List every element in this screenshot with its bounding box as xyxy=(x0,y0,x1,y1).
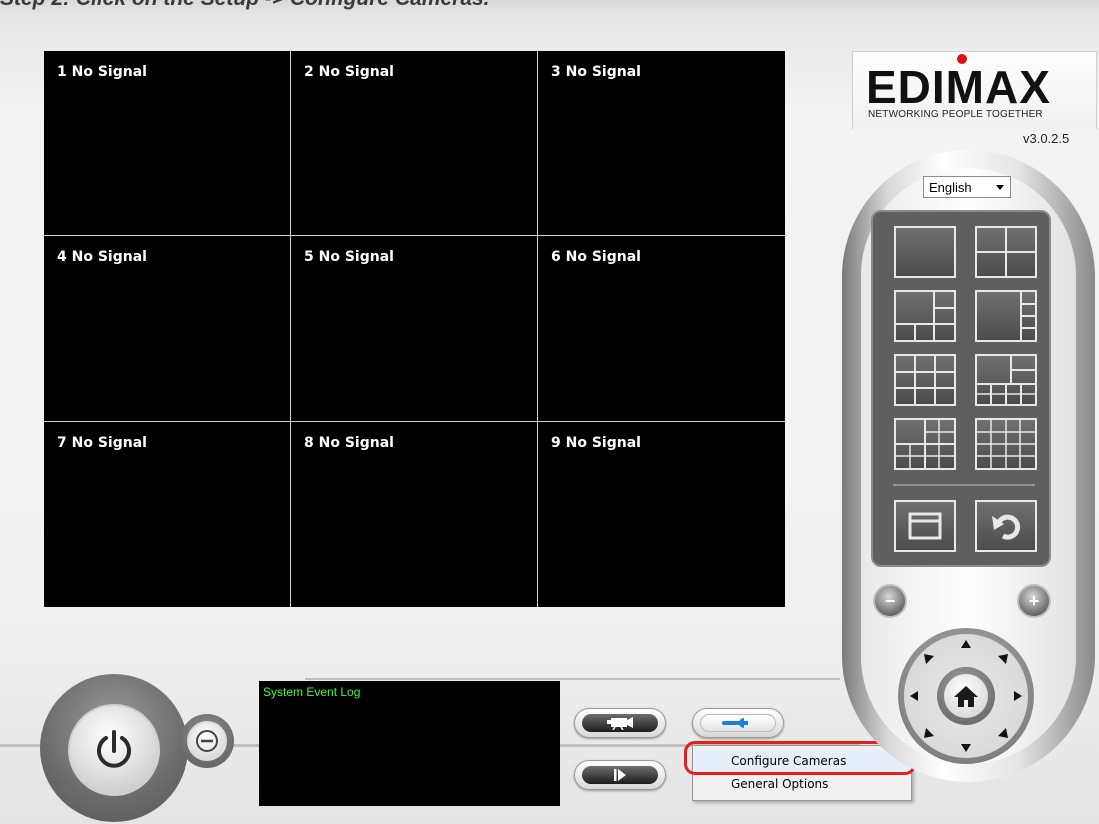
camera-view-9[interactable]: 9 No Signal xyxy=(538,422,785,607)
layout-1x1-button[interactable] xyxy=(894,226,956,278)
camera-view-2[interactable]: 2 No Signal xyxy=(291,51,537,235)
playback-button[interactable] xyxy=(574,760,666,790)
power-button[interactable] xyxy=(68,704,160,796)
power-icon xyxy=(97,730,131,768)
rotate-icon xyxy=(992,514,1021,540)
camera-label: 1 No Signal xyxy=(57,64,147,80)
arrow-right-icon[interactable] xyxy=(1014,691,1022,701)
step-instruction: Step 2: Click on the Setup -> Configure … xyxy=(0,0,490,11)
plus-icon: + xyxy=(1028,590,1040,611)
camera-view-7[interactable]: 7 No Signal xyxy=(44,422,290,607)
layout-1plus3-button[interactable] xyxy=(975,290,1037,342)
event-log-title: System Event Log xyxy=(263,685,361,699)
top-rail xyxy=(305,678,840,680)
camera-grid: 1 No Signal 2 No Signal 3 No Signal 4 No… xyxy=(44,51,785,607)
camera-label: 8 No Signal xyxy=(304,435,394,451)
layout-1plus5-button[interactable] xyxy=(894,290,956,342)
layout-sixteen-icon xyxy=(977,420,1035,468)
layout-divider xyxy=(893,484,1035,486)
layout-1plus3-icon xyxy=(1020,292,1035,340)
arrow-up-right-icon[interactable] xyxy=(998,654,1008,664)
layout-1plus12-icon xyxy=(896,420,954,468)
layout-1plus7-button[interactable] xyxy=(975,354,1037,406)
language-value: English xyxy=(929,180,972,195)
layout-1plus7-icon xyxy=(977,356,1035,404)
minus-icon: − xyxy=(884,590,896,611)
layout-1plus12-button[interactable] xyxy=(894,418,956,470)
layout-1plus5-icon xyxy=(896,292,954,340)
camera-view-4[interactable]: 4 No Signal xyxy=(44,236,290,421)
arrow-up-icon[interactable] xyxy=(961,640,971,648)
camera-label: 5 No Signal xyxy=(304,249,394,265)
wrench-icon xyxy=(722,718,748,728)
edimax-logo: EDIMAX xyxy=(866,64,1051,110)
zoom-in-button[interactable]: + xyxy=(1017,584,1051,618)
video-camera-icon xyxy=(607,717,633,730)
version-label: v3.0.2.5 xyxy=(1023,131,1070,146)
arrow-up-left-icon[interactable] xyxy=(924,654,934,664)
logo-tagline: NETWORKING PEOPLE TOGETHER xyxy=(868,109,1043,120)
camera-label: 9 No Signal xyxy=(551,435,641,451)
arrow-down-icon[interactable] xyxy=(961,744,971,752)
arrow-down-left-icon[interactable] xyxy=(924,728,934,738)
edimax-monitor-app: Step 2: Click on the Setup -> Configure … xyxy=(0,0,1099,824)
camera-label: 7 No Signal xyxy=(57,435,147,451)
home-icon xyxy=(954,686,978,707)
camera-label: 6 No Signal xyxy=(551,249,641,265)
menu-item-general-options[interactable]: General Options xyxy=(693,773,909,795)
play-icon xyxy=(614,769,626,781)
chevron-down-icon xyxy=(996,185,1004,190)
logo-dot xyxy=(957,54,967,64)
layout-nine-icon xyxy=(896,356,954,404)
layout-2x2-button[interactable] xyxy=(975,226,1037,278)
camera-view-3[interactable]: 3 No Signal xyxy=(538,51,785,235)
language-select[interactable]: English xyxy=(923,176,1011,198)
zoom-out-button[interactable]: − xyxy=(873,584,907,618)
camera-view-5[interactable]: 5 No Signal xyxy=(291,236,537,421)
camera-view-1[interactable]: 1 No Signal xyxy=(44,51,290,235)
layout-3x3-button[interactable] xyxy=(894,354,956,406)
setup-button[interactable] xyxy=(692,708,784,738)
system-event-log: System Event Log xyxy=(259,681,560,806)
menu-item-label: General Options xyxy=(731,777,829,791)
camera-label: 3 No Signal xyxy=(551,64,641,80)
full-screen-button[interactable] xyxy=(894,500,956,552)
window-icon xyxy=(908,512,942,540)
arrow-left-icon[interactable] xyxy=(910,691,918,701)
sequence-button[interactable] xyxy=(975,500,1037,552)
minus-icon xyxy=(196,730,218,752)
record-button[interactable] xyxy=(574,708,666,738)
arrow-down-right-icon[interactable] xyxy=(998,728,1008,738)
layout-single-icon xyxy=(896,228,954,276)
logo-wordmark: EDIMAX xyxy=(866,61,1051,113)
camera-view-8[interactable]: 8 No Signal xyxy=(291,422,537,607)
camera-label: 2 No Signal xyxy=(304,64,394,80)
ptz-home-button[interactable] xyxy=(944,674,988,718)
layout-quad-icon xyxy=(977,228,1035,276)
camera-view-6[interactable]: 6 No Signal xyxy=(538,236,785,421)
minimize-button[interactable] xyxy=(187,721,227,761)
layout-4x4-button[interactable] xyxy=(975,418,1037,470)
camera-label: 4 No Signal xyxy=(57,249,147,265)
